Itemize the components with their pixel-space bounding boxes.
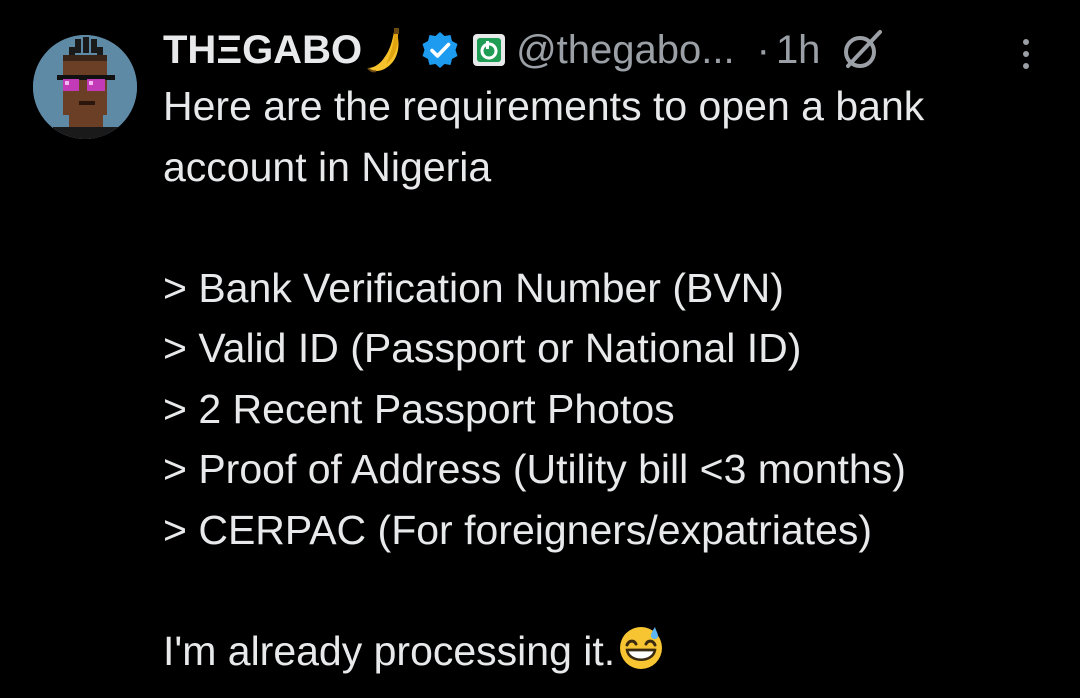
- requirement-item: > Valid ID (Passport or National ID): [163, 325, 802, 371]
- requirement-item: > 2 Recent Passport Photos: [163, 385, 675, 432]
- pixel-art-avatar-icon: [33, 35, 137, 139]
- requirement-item: > CERPAC (For foreigners/expatriates): [163, 506, 873, 553]
- tweet-header: THΞGABO @thegabo... · 1h: [163, 22, 884, 78]
- requirement-item: > Proof of Address (Utility bill <3 mont…: [163, 446, 906, 492]
- tweet-text: Here are the requirements to open a bank…: [163, 76, 1063, 681]
- verified-checkmark-icon[interactable]: [420, 30, 460, 70]
- closing-text: I'm already processing it.: [163, 627, 616, 674]
- grinning-face-with-sweat-icon: [620, 626, 663, 669]
- tweet-text-line: account in Nigeria: [163, 143, 492, 190]
- tweet-text-line: Here are the requirements to open a bank: [163, 83, 925, 129]
- closing-line: I'm already processing it.: [163, 621, 1063, 682]
- more-options-icon[interactable]: [1016, 34, 1036, 74]
- separator-dot: ·: [756, 27, 770, 72]
- banana-icon: [367, 28, 400, 73]
- grok-icon[interactable]: [840, 28, 884, 72]
- requirement-item: > Bank Verification Number (BVN): [163, 264, 784, 311]
- timestamp[interactable]: 1h: [776, 28, 821, 73]
- display-name[interactable]: THΞGABO: [163, 28, 362, 73]
- author-handle[interactable]: @thegabo...: [516, 28, 735, 73]
- avatar[interactable]: [33, 35, 137, 139]
- tweet[interactable]: THΞGABO @thegabo... · 1h Here are the re…: [0, 0, 1080, 698]
- affiliate-badge-icon[interactable]: [472, 33, 506, 67]
